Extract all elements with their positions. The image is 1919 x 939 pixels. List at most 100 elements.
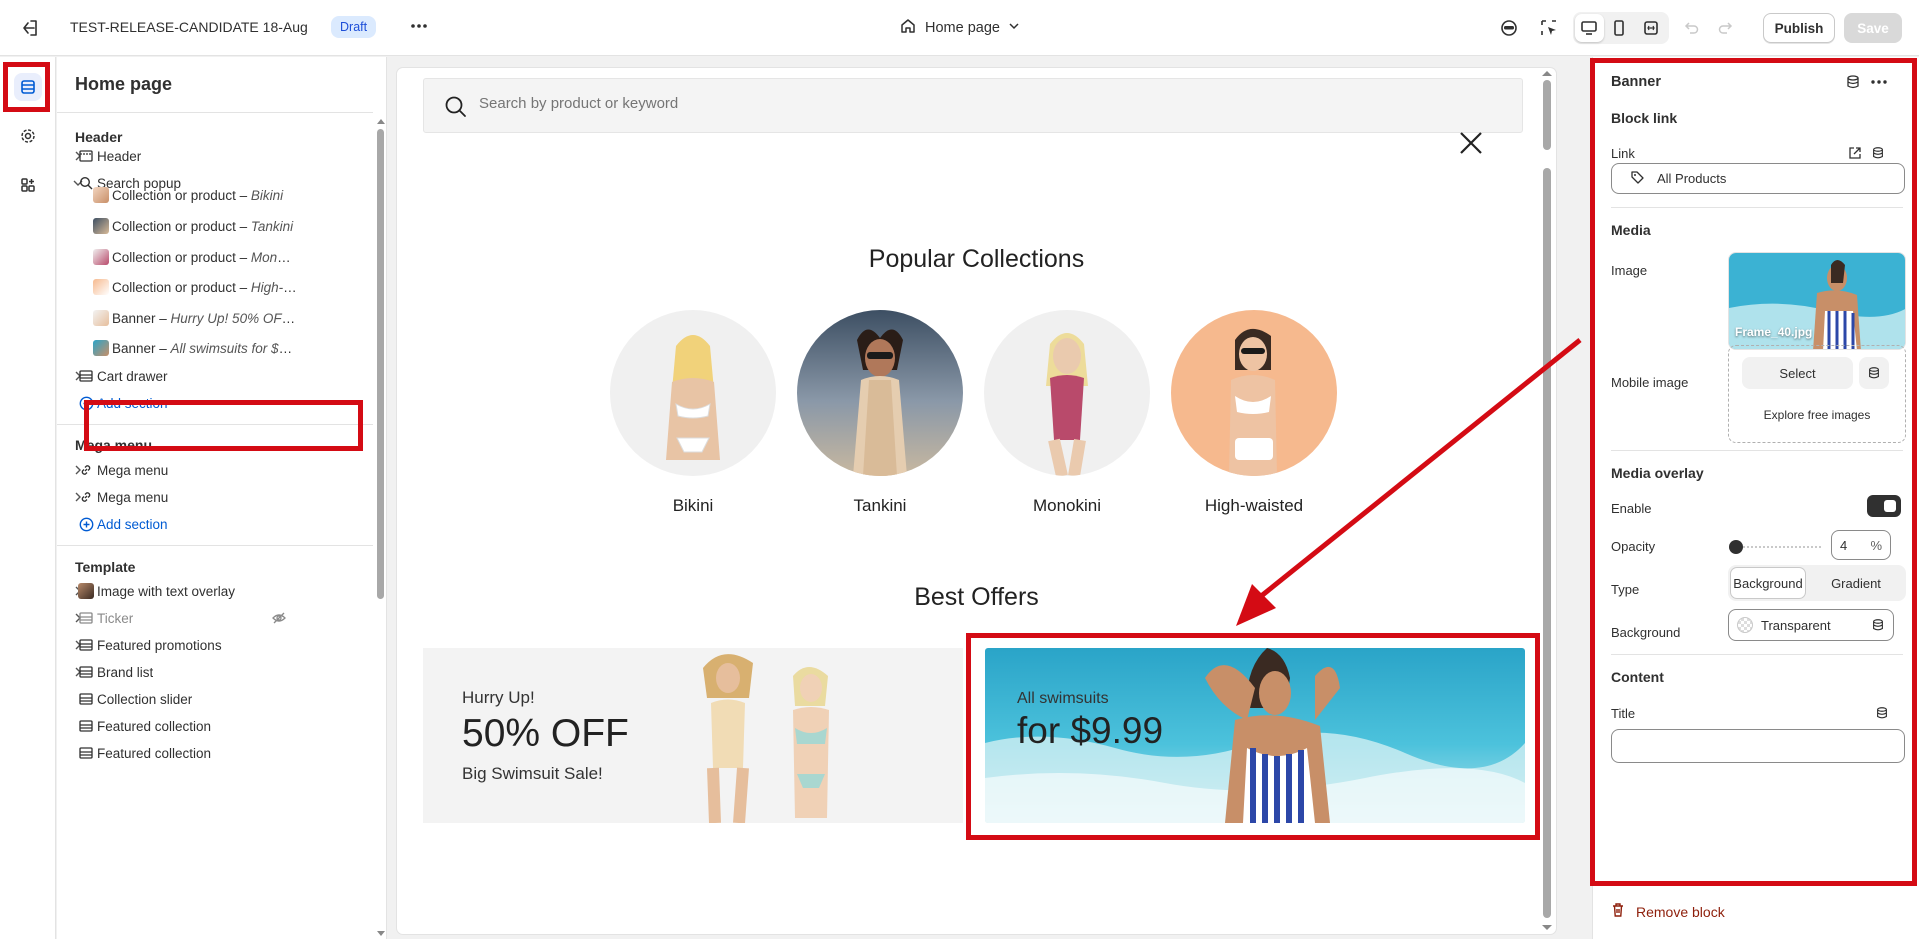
link-icon	[78, 462, 94, 478]
tree-item-label: Collection slider	[97, 691, 193, 707]
status-badge: Draft	[331, 16, 377, 38]
tree-item-brand-list[interactable]: Brand list	[57, 658, 373, 686]
tree-item-featured-collection-2[interactable]: Featured collection	[57, 739, 373, 767]
tree-item-label: Collection or product – High-wai...	[112, 280, 297, 295]
tree-item-cart-drawer[interactable]: Cart drawer	[57, 362, 373, 390]
redo-icon[interactable]	[1713, 15, 1739, 41]
tree-item-collection-tankini[interactable]: Collection or product – Tankini	[57, 212, 373, 240]
item-thumbnail	[93, 310, 109, 326]
fullscreen-icon[interactable]	[1638, 15, 1664, 41]
banner-models-image	[703, 654, 829, 823]
apps-icon[interactable]	[14, 171, 42, 199]
panel-scrollbar[interactable]	[375, 117, 385, 939]
left-rail	[0, 57, 56, 939]
tree-item-label: Collection or product – Monokini	[112, 250, 297, 265]
media-heading: Media	[1611, 222, 1651, 238]
dynamic-source-icon[interactable]	[1875, 706, 1889, 723]
block-link-heading: Block link	[1611, 110, 1678, 126]
more-options-icon[interactable]	[1869, 74, 1889, 93]
tree-item-label: Featured collection	[97, 718, 212, 734]
search-input[interactable]	[479, 95, 1079, 112]
select-button[interactable]: Select	[1742, 357, 1853, 389]
tree-item-featured-promotions[interactable]: Featured promotions	[57, 631, 373, 659]
image-picker[interactable]: Frame_40.jpg	[1728, 252, 1906, 350]
tree-item-type: Banner –	[112, 310, 171, 326]
add-section-mega-menu[interactable]: Add section	[57, 510, 373, 538]
collection-high-waisted[interactable]: High-waisted	[1171, 310, 1337, 515]
type-option-background[interactable]: Background	[1730, 567, 1806, 599]
collection-name: Tankini	[853, 496, 907, 515]
tree-item-type: Collection or product –	[112, 249, 251, 265]
tree-item-banner-all-swimsuits[interactable]: Banner – All swimsuits for $9.99	[57, 334, 373, 362]
sections-icon[interactable]	[14, 73, 42, 101]
inspector-icon[interactable]	[1496, 15, 1522, 41]
collection-name: Monokini	[1032, 496, 1102, 515]
opacity-slider-track[interactable]	[1736, 546, 1821, 549]
opacity-input[interactable]: 4 %	[1831, 530, 1891, 560]
add-section-header[interactable]: Add section	[57, 389, 373, 417]
tree-item-collection-bikini[interactable]: Collection or product – Bikini	[57, 181, 373, 209]
tree-item-header[interactable]: Header	[57, 142, 373, 170]
exit-icon[interactable]	[19, 17, 41, 39]
select-element-icon[interactable]	[1536, 15, 1562, 41]
settings-gear-icon[interactable]	[14, 122, 42, 150]
dynamic-source-icon[interactable]	[1871, 618, 1885, 635]
tree-item-ticker[interactable]: Ticker	[57, 604, 373, 632]
enable-label: Enable	[1611, 501, 1652, 516]
add-section-label: Add section	[97, 516, 168, 532]
hidden-eye-icon[interactable]	[271, 610, 287, 626]
tree-item-collection-high-waisted[interactable]: Collection or product – High-wai...	[57, 273, 373, 301]
settings-panel: Banner Block link Link All Products Medi…	[1592, 57, 1919, 939]
page-selector[interactable]: Home page	[899, 15, 1020, 41]
dynamic-source-icon[interactable]	[1859, 357, 1889, 389]
section-icon	[78, 691, 94, 707]
external-link-icon[interactable]	[1848, 146, 1862, 163]
remove-block-button[interactable]: Remove block	[1610, 902, 1725, 921]
sections-panel: Home page Header Header Search popup Col…	[57, 57, 387, 939]
tree-item-label: Cart drawer	[97, 368, 168, 384]
type-option-gradient[interactable]: Gradient	[1808, 567, 1904, 599]
enable-toggle[interactable]	[1867, 495, 1901, 517]
search-bar[interactable]	[423, 78, 1523, 133]
tree-item-collection-slider[interactable]: Collection slider	[57, 685, 373, 713]
dynamic-source-icon[interactable]	[1845, 74, 1861, 93]
remove-block-label: Remove block	[1636, 903, 1725, 920]
save-button[interactable]: Save	[1844, 13, 1902, 43]
tree-item-banner-hurry-up[interactable]: Banner – Hurry Up! 50% OFF Big ...	[57, 304, 373, 332]
close-icon[interactable]	[1458, 130, 1484, 156]
tree-item-image-with-text-overlay[interactable]: Image with text overlay	[57, 577, 373, 605]
publish-button[interactable]: Publish	[1763, 13, 1835, 43]
collection-monokini[interactable]: Monokini	[984, 310, 1150, 515]
tree-item-mega-menu-2[interactable]: Mega menu	[57, 483, 373, 511]
tree-item-label: Mega menu	[97, 462, 169, 478]
explore-free-images-link[interactable]: Explore free images	[1729, 408, 1905, 422]
undo-icon[interactable]	[1678, 15, 1704, 41]
banner-hurry-up[interactable]: Hurry Up! 50% OFF Big Swimsuit Sale!	[423, 648, 963, 823]
item-thumbnail	[93, 249, 109, 265]
dynamic-source-icon[interactable]	[1871, 146, 1885, 163]
tree-item-featured-collection-1[interactable]: Featured collection	[57, 712, 373, 740]
canvas-scrollbar[interactable]	[1540, 68, 1554, 934]
collection-tankini[interactable]: Tankini	[797, 310, 963, 515]
add-circle-icon	[78, 395, 94, 411]
mobile-icon[interactable]	[1606, 15, 1632, 41]
chevron-down-icon	[1008, 20, 1020, 36]
link-field[interactable]: All Products	[1611, 163, 1905, 194]
collection-image	[1171, 310, 1337, 476]
tree-item-collection-monokini[interactable]: Collection or product – Monokini	[57, 243, 373, 271]
opacity-value: 4	[1840, 537, 1848, 553]
tree-item-label: Ticker	[97, 610, 134, 626]
tree-item-label: Image with text overlay	[97, 583, 236, 599]
background-color-field[interactable]: Transparent	[1728, 609, 1894, 641]
tree-item-mega-menu-1[interactable]: Mega menu	[57, 456, 373, 484]
desktop-icon[interactable]	[1576, 15, 1602, 41]
more-options-icon[interactable]	[408, 15, 430, 37]
title-field[interactable]	[1611, 729, 1905, 763]
banner-headline: 50% OFF	[462, 712, 629, 755]
banner-all-swimsuits[interactable]: All swimsuits for $9.99	[985, 648, 1525, 823]
collection-bikini[interactable]: Bikini	[610, 310, 776, 515]
opacity-slider-thumb[interactable]	[1729, 540, 1743, 554]
section-icon	[78, 368, 94, 384]
background-value: Transparent	[1761, 617, 1831, 633]
banner-subtitle: Big Swimsuit Sale!	[462, 764, 603, 783]
